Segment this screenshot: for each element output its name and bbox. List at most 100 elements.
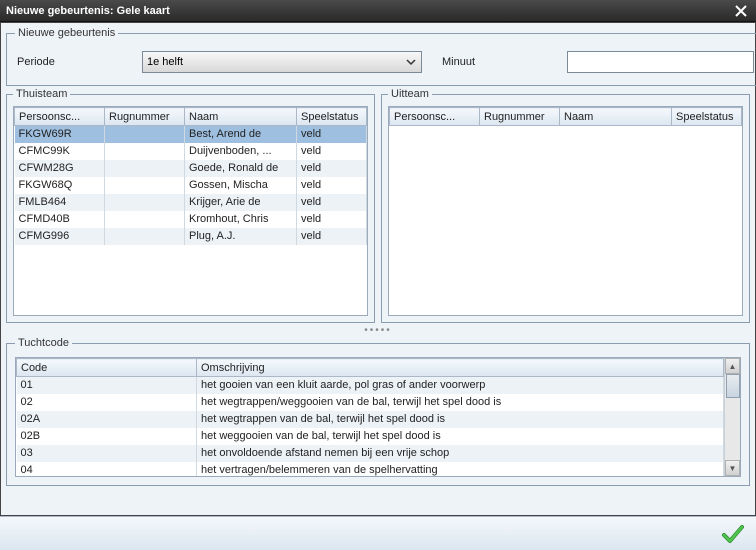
- cell: CFWM28G: [15, 160, 105, 177]
- scroll-down-button[interactable]: ▼: [725, 460, 740, 476]
- cell-code: 02B: [17, 428, 197, 445]
- col-persoon-uit[interactable]: Persoonsc...: [390, 108, 480, 126]
- periode-label: Periode: [17, 56, 132, 68]
- periode-select[interactable]: 1e helft: [142, 51, 422, 73]
- cell: FMLB464: [15, 194, 105, 211]
- cell-code: 04: [17, 462, 197, 477]
- table-row[interactable]: CFMG996 Plug, A.J.veld: [15, 228, 367, 245]
- table-row[interactable]: 02Bhet weggooien van de bal, terwijl het…: [17, 428, 724, 445]
- group-tuchtcode: Tuchtcode Code Omschrijving 01het gooien…: [6, 337, 750, 486]
- cell: [105, 143, 185, 160]
- cell: CFMD40B: [15, 211, 105, 228]
- minuut-input[interactable]: [567, 51, 754, 73]
- cell-oms: het onvoldoende afstand nemen bij een vr…: [197, 445, 724, 462]
- uit-table: Persoonsc... Rugnummer Naam Speelstatus: [389, 107, 742, 126]
- cell-oms: het gooien van een kluit aarde, pol gras…: [197, 377, 724, 394]
- cell: [105, 228, 185, 245]
- cell: veld: [297, 160, 367, 177]
- cell: Krijger, Arie de: [185, 194, 297, 211]
- close-button[interactable]: [732, 2, 750, 20]
- teams-row: Thuisteam Persoonsc... Rugnummer Naam Sp…: [6, 88, 750, 323]
- cell: CFMC99K: [15, 143, 105, 160]
- periode-row: Periode 1e helft Minuut: [15, 47, 756, 77]
- dialog-window: Nieuwe gebeurtenis: Gele kaart Nieuwe ge…: [0, 0, 756, 550]
- col-rug-uit[interactable]: Rugnummer: [480, 108, 560, 126]
- minuut-label: Minuut: [442, 56, 557, 68]
- periode-value: 1e helft: [147, 56, 183, 68]
- cell: Gossen, Mischa: [185, 177, 297, 194]
- chevron-down-icon: [403, 54, 419, 70]
- legend-nieuwe: Nieuwe gebeurtenis: [15, 27, 118, 39]
- cell: Kromhout, Chris: [185, 211, 297, 228]
- uit-table-wrap: Persoonsc... Rugnummer Naam Speelstatus: [388, 106, 743, 316]
- window-title: Nieuwe gebeurtenis: Gele kaart: [6, 5, 732, 17]
- col-persoon[interactable]: Persoonsc...: [15, 108, 105, 126]
- table-row[interactable]: 04het vertragen/belemmeren van de spelhe…: [17, 462, 724, 477]
- table-row[interactable]: 02het wegtrappen/weggooien van de bal, t…: [17, 394, 724, 411]
- tucht-table-wrap: Code Omschrijving 01het gooien van een k…: [15, 357, 741, 477]
- table-row[interactable]: CFWM28G Goede, Ronald develd: [15, 160, 367, 177]
- table-row[interactable]: FKGW68Q Gossen, Mischaveld: [15, 177, 367, 194]
- tucht-scrollbar[interactable]: ▲ ▼: [724, 358, 740, 476]
- cell: [105, 160, 185, 177]
- cell: Goede, Ronald de: [185, 160, 297, 177]
- cell: veld: [297, 143, 367, 160]
- cell-code: 03: [17, 445, 197, 462]
- cell: Duijvenboden, ...: [185, 143, 297, 160]
- thuis-header-row: Persoonsc... Rugnummer Naam Speelstatus: [15, 108, 367, 126]
- cell-code: 01: [17, 377, 197, 394]
- table-row[interactable]: FMLB464 Krijger, Arie develd: [15, 194, 367, 211]
- table-row[interactable]: 02Ahet wegtrappen van de bal, terwijl he…: [17, 411, 724, 428]
- cell: veld: [297, 126, 367, 143]
- cell: veld: [297, 211, 367, 228]
- group-thuisteam: Thuisteam Persoonsc... Rugnummer Naam Sp…: [6, 88, 375, 323]
- cell: [105, 177, 185, 194]
- cell-oms: het wegtrappen/weggooien van de bal, ter…: [197, 394, 724, 411]
- titlebar: Nieuwe gebeurtenis: Gele kaart: [0, 0, 756, 22]
- col-oms[interactable]: Omschrijving: [197, 359, 724, 377]
- col-code[interactable]: Code: [17, 359, 197, 377]
- cell: FKGW69R: [15, 126, 105, 143]
- cell: CFMG996: [15, 228, 105, 245]
- thuis-table: Persoonsc... Rugnummer Naam Speelstatus …: [14, 107, 367, 245]
- cell: [105, 126, 185, 143]
- col-naam[interactable]: Naam: [185, 108, 297, 126]
- cell: [105, 211, 185, 228]
- confirm-button[interactable]: [720, 521, 746, 547]
- cell: veld: [297, 194, 367, 211]
- col-status-uit[interactable]: Speelstatus: [672, 108, 742, 126]
- cell: veld: [297, 177, 367, 194]
- cell: Plug, A.J.: [185, 228, 297, 245]
- legend-uit: Uitteam: [388, 88, 432, 100]
- cell-code: 02A: [17, 411, 197, 428]
- checkmark-icon: [720, 521, 746, 547]
- content-area: Nieuwe gebeurtenis Periode 1e helft Minu…: [0, 22, 756, 516]
- cell: veld: [297, 228, 367, 245]
- table-row[interactable]: CFMC99K Duijvenboden, ...veld: [15, 143, 367, 160]
- table-row[interactable]: 01het gooien van een kluit aarde, pol gr…: [17, 377, 724, 394]
- splitter-handle[interactable]: •••••: [6, 325, 750, 335]
- scroll-up-button[interactable]: ▲: [725, 358, 740, 374]
- tucht-header-row: Code Omschrijving: [17, 359, 724, 377]
- col-rug[interactable]: Rugnummer: [105, 108, 185, 126]
- table-row[interactable]: FKGW69R Best, Arend develd: [15, 126, 367, 143]
- thuis-table-wrap: Persoonsc... Rugnummer Naam Speelstatus …: [13, 106, 368, 316]
- scroll-thumb[interactable]: [726, 374, 740, 398]
- cell: [105, 194, 185, 211]
- col-naam-uit[interactable]: Naam: [560, 108, 672, 126]
- legend-tucht: Tuchtcode: [15, 337, 72, 349]
- table-row[interactable]: 03het onvoldoende afstand nemen bij een …: [17, 445, 724, 462]
- table-row[interactable]: CFMD40B Kromhout, Chrisveld: [15, 211, 367, 228]
- cell-oms: het weggooien van de bal, terwijl het sp…: [197, 428, 724, 445]
- cell-oms: het vertragen/belemmeren van de spelherv…: [197, 462, 724, 477]
- legend-thuis: Thuisteam: [13, 88, 70, 100]
- col-status[interactable]: Speelstatus: [297, 108, 367, 126]
- group-uitteam: Uitteam Persoonsc... Rugnummer Naam Spee…: [381, 88, 750, 323]
- tucht-table: Code Omschrijving 01het gooien van een k…: [16, 358, 724, 476]
- close-icon: [735, 5, 747, 17]
- cell: FKGW68Q: [15, 177, 105, 194]
- cell-oms: het wegtrappen van de bal, terwijl het s…: [197, 411, 724, 428]
- uit-header-row: Persoonsc... Rugnummer Naam Speelstatus: [390, 108, 742, 126]
- group-nieuwe-gebeurtenis: Nieuwe gebeurtenis Periode 1e helft Minu…: [6, 27, 756, 86]
- cell: Best, Arend de: [185, 126, 297, 143]
